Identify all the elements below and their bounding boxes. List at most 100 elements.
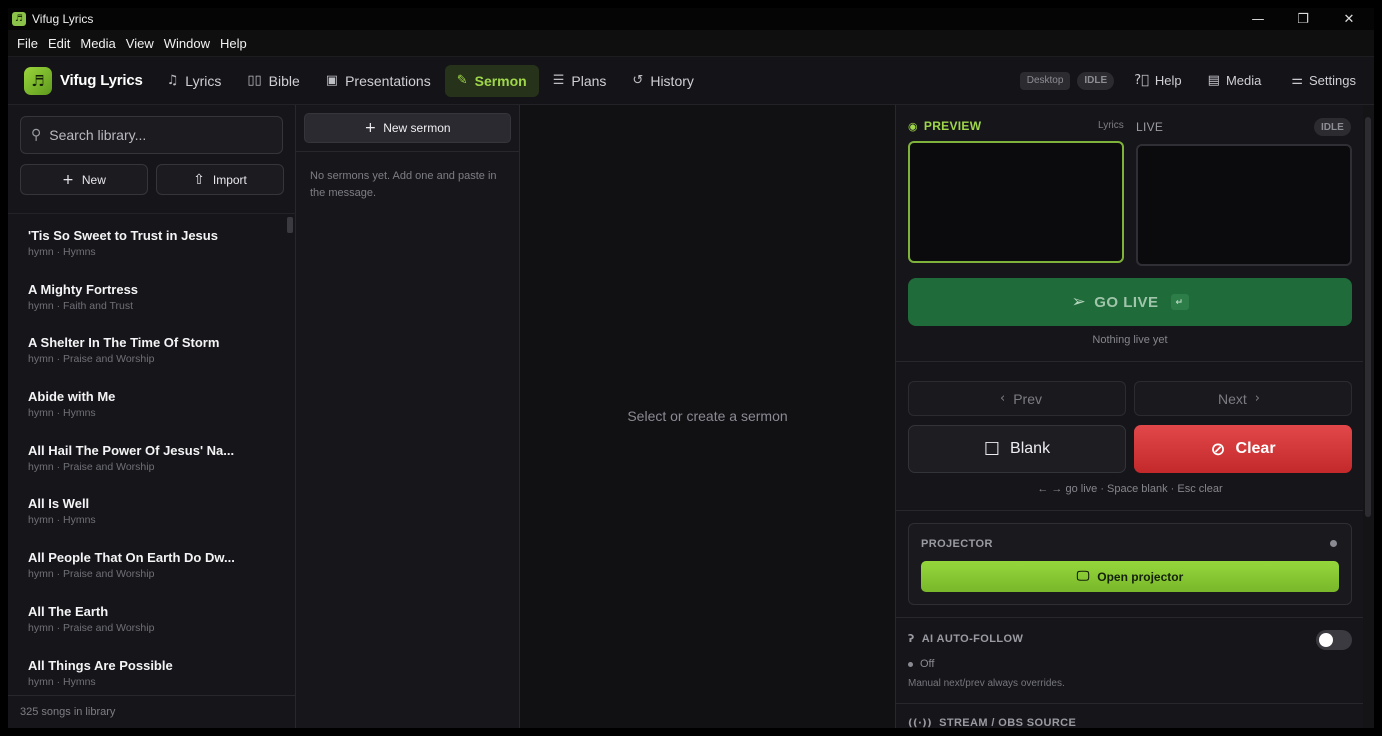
song-title: All Hail The Power Of Jesus' Na... bbox=[28, 442, 235, 458]
list-item[interactable]: All Things Are Possible hymn · Hymns bbox=[8, 644, 296, 696]
go-live-label: GO LIVE bbox=[1094, 293, 1159, 311]
ai-state-text: Off bbox=[920, 658, 935, 670]
open-projector-label: Open projector bbox=[1097, 569, 1184, 584]
output-panel: ◉ PREVIEW Lyrics LIVE IDLE ➢ GO LIVE ↵ N… bbox=[895, 105, 1364, 728]
new-label: New bbox=[81, 172, 106, 187]
plus-icon: + bbox=[62, 171, 74, 188]
tab-label: Plans bbox=[571, 72, 607, 89]
restore-button[interactable]: ❐ bbox=[1280, 8, 1326, 30]
divider bbox=[896, 361, 1364, 362]
preview-screen[interactable] bbox=[908, 141, 1124, 263]
divider bbox=[896, 703, 1364, 704]
minimize-button[interactable]: — bbox=[1235, 8, 1281, 30]
list-item[interactable]: Abide with Me hymn · Hymns bbox=[8, 375, 296, 429]
tab-label: Sermon bbox=[474, 72, 527, 89]
tab-sermon[interactable]: ✎ Sermon bbox=[444, 64, 539, 97]
menu-media[interactable]: Media bbox=[75, 36, 120, 51]
projector-status-dot bbox=[1330, 540, 1337, 547]
history-icon: ↺ bbox=[632, 73, 644, 88]
tab-lyrics[interactable]: ♫ Lyrics bbox=[155, 65, 234, 97]
next-button[interactable]: Next › bbox=[1134, 381, 1352, 416]
projector-label: PROJECTOR bbox=[921, 538, 993, 550]
import-button[interactable]: ⇧ Import bbox=[156, 164, 284, 195]
library-count: 325 songs in library bbox=[8, 695, 296, 728]
song-title: All The Earth bbox=[28, 603, 109, 619]
tab-presentations[interactable]: ▣ Presentations bbox=[314, 65, 443, 97]
song-meta: hymn · Hymns bbox=[28, 246, 96, 258]
divider bbox=[296, 151, 520, 152]
library-panel: ⚲ + New ⇧ Import 'Tis So Sweet to Trust … bbox=[8, 105, 296, 728]
tab-plans[interactable]: ☰ Plans bbox=[541, 65, 619, 97]
song-title: 'Tis So Sweet to Trust in Jesus bbox=[28, 228, 218, 243]
ai-header: ʔ AI AUTO-FOLLOW bbox=[908, 632, 1023, 645]
divider bbox=[896, 617, 1364, 618]
tab-label: History bbox=[650, 72, 694, 89]
sermon-editor-area: Select or create a sermon bbox=[520, 105, 895, 728]
preview-header: ◉ PREVIEW bbox=[908, 119, 981, 133]
media-label: Media bbox=[1225, 73, 1262, 88]
song-meta: hymn · Praise and Worship bbox=[28, 460, 155, 473]
help-label: Help bbox=[1154, 73, 1182, 88]
list-item[interactable]: All Is Well hymn · Hymns bbox=[8, 482, 296, 536]
settings-button[interactable]: ⚌ Settings bbox=[1283, 73, 1364, 88]
clear-label: Clear bbox=[1235, 440, 1276, 457]
song-title: All People That On Earth Do Dw... bbox=[28, 550, 235, 566]
tab-history[interactable]: ↺ History bbox=[620, 65, 705, 97]
scroll-thumb[interactable] bbox=[1365, 117, 1371, 517]
song-meta: hymn · Praise and Worship bbox=[28, 353, 155, 366]
search-box[interactable]: ⚲ bbox=[20, 116, 283, 154]
song-title: A Shelter In The Time Of Storm bbox=[28, 335, 220, 351]
live-status-text: Nothing live yet bbox=[1092, 334, 1168, 346]
output-scrollbar[interactable] bbox=[1363, 105, 1374, 728]
music-note-icon: ♫ bbox=[166, 73, 179, 88]
help-button[interactable]: ?⃝ Help bbox=[1126, 73, 1189, 88]
new-sermon-label: New sermon bbox=[383, 121, 451, 135]
menu-edit[interactable]: Edit bbox=[43, 36, 75, 51]
ban-icon: ⊘ bbox=[1210, 438, 1226, 460]
app-icon: ♬ bbox=[12, 12, 26, 26]
window-title: Vifug Lyrics bbox=[32, 12, 94, 26]
preview-label: PREVIEW bbox=[923, 119, 982, 133]
blank-label: Blank bbox=[1010, 440, 1051, 457]
blank-button[interactable]: ☐ Blank bbox=[908, 425, 1126, 473]
menu-view[interactable]: View bbox=[121, 36, 159, 51]
close-button[interactable]: ✕ bbox=[1326, 8, 1372, 30]
list-item[interactable]: A Mighty Fortress hymn · Faith and Trust bbox=[8, 268, 296, 322]
menu-file[interactable]: File bbox=[12, 36, 43, 51]
list-item[interactable]: All People That On Earth Do Dw... hymn ·… bbox=[8, 536, 296, 590]
list-item[interactable]: All The Earth hymn · Praise and Worship bbox=[8, 590, 296, 644]
clear-button[interactable]: ⊘ Clear bbox=[1134, 425, 1352, 473]
chevron-right-icon: › bbox=[1254, 391, 1260, 406]
song-title: All Is Well bbox=[28, 496, 90, 512]
tab-bible[interactable]: ▯▯ Bible bbox=[235, 65, 311, 97]
sermon-list-panel: + New sermon No sermons yet. Add one and… bbox=[296, 105, 520, 728]
book-icon: ▯▯ bbox=[247, 73, 262, 88]
tab-label: Bible bbox=[268, 72, 300, 89]
live-screen bbox=[1136, 144, 1352, 266]
menu-help[interactable]: Help bbox=[215, 36, 252, 51]
media-button[interactable]: ▤ Media bbox=[1200, 73, 1270, 88]
list-item[interactable]: A Shelter In The Time Of Storm hymn · Pr… bbox=[8, 321, 296, 375]
ai-auto-follow-toggle[interactable] bbox=[1316, 630, 1352, 650]
ai-state: Off bbox=[908, 658, 934, 670]
new-sermon-button[interactable]: + New sermon bbox=[304, 113, 511, 143]
new-song-button[interactable]: + New bbox=[20, 164, 148, 195]
shortcut-hint: ← → go live · Space blank · Esc clear bbox=[1037, 483, 1223, 495]
open-projector-button[interactable]: 🖵 Open projector bbox=[921, 561, 1339, 592]
list-item[interactable]: 'Tis So Sweet to Trust in Jesus hymn · H… bbox=[8, 214, 296, 268]
chevron-left-icon: ‹ bbox=[1000, 391, 1006, 406]
prev-button[interactable]: ‹ Prev bbox=[908, 381, 1126, 416]
go-live-button[interactable]: ➢ GO LIVE ↵ bbox=[908, 278, 1352, 326]
list-item[interactable]: All Hail The Power Of Jesus' Na... hymn … bbox=[8, 429, 296, 483]
library-scrollbar[interactable] bbox=[287, 217, 293, 233]
send-icon: ➢ bbox=[1071, 292, 1087, 312]
menu-bar: File Edit Media View Window Help bbox=[8, 30, 1374, 57]
song-meta: hymn · Hymns bbox=[28, 407, 96, 420]
toggle-knob bbox=[1319, 633, 1333, 647]
main-empty-text: Select or create a sermon bbox=[627, 408, 788, 424]
song-meta: hymn · Hymns bbox=[28, 514, 96, 527]
music-note-icon: ♬ bbox=[24, 66, 52, 95]
menu-window[interactable]: Window bbox=[159, 36, 215, 51]
search-input[interactable] bbox=[49, 127, 270, 143]
prev-label: Prev bbox=[1013, 390, 1042, 407]
